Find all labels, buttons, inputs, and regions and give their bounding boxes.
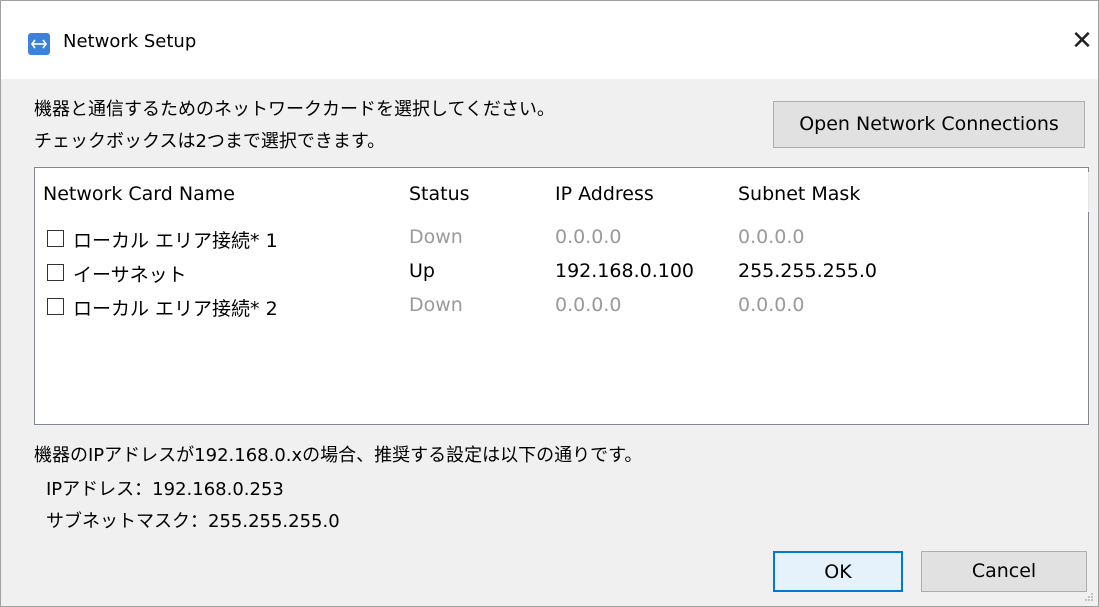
row-checkbox[interactable]	[47, 230, 64, 247]
column-header-subnet-mask[interactable]: Subnet Mask	[738, 183, 860, 205]
recommendation-text: 機器のIPアドレスが192.168.0.xの場合、推奨する設定は以下の通りです。	[34, 445, 643, 466]
network-setup-dialog: Network Setup ✕ 機器と通信するためのネットワークカードを選択して…	[0, 0, 1099, 607]
ip-address-cell: 0.0.0.0	[555, 226, 622, 248]
subnet-mask-cell: 0.0.0.0	[738, 294, 805, 316]
ok-button[interactable]: OK	[773, 551, 903, 592]
ip-address-cell: 0.0.0.0	[555, 294, 622, 316]
resize-grip-icon[interactable]	[1084, 592, 1094, 602]
status-cell: Up	[409, 260, 435, 282]
recommended-subnet-mask: サブネットマスク：255.255.255.0	[46, 511, 340, 532]
title-bar: Network Setup ✕	[1, 1, 1098, 79]
cancel-button[interactable]: Cancel	[921, 551, 1087, 592]
network-card-name: イーサネット	[73, 264, 187, 286]
status-cell: Down	[409, 294, 463, 316]
window-title: Network Setup	[63, 31, 197, 52]
close-icon[interactable]: ✕	[1069, 27, 1095, 55]
status-cell: Down	[409, 226, 463, 248]
network-setup-icon	[28, 33, 50, 55]
subnet-mask-cell: 0.0.0.0	[738, 226, 805, 248]
network-card-name: ローカル エリア接続* 2	[73, 298, 278, 320]
network-card-name: ローカル エリア接続* 1	[73, 230, 278, 252]
column-header-status[interactable]: Status	[409, 183, 470, 205]
row-checkbox[interactable]	[47, 298, 64, 315]
recommended-ip-address: IPアドレス：192.168.0.253	[46, 479, 284, 500]
ip-address-cell: 192.168.0.100	[555, 260, 695, 282]
instruction-line-2: チェックボックスは2つまで選択できます。	[34, 131, 386, 152]
instruction-line-1: 機器と通信するためのネットワークカードを選択してください。	[34, 99, 555, 120]
column-divider	[1088, 172, 1089, 212]
network-card-list[interactable]: Network Card Name Status IP Address Subn…	[34, 167, 1089, 425]
column-header-network-card-name[interactable]: Network Card Name	[43, 183, 235, 205]
subnet-mask-cell: 255.255.255.0	[738, 260, 878, 282]
column-header-ip-address[interactable]: IP Address	[555, 183, 654, 205]
open-network-connections-button[interactable]: Open Network Connections	[773, 101, 1085, 148]
row-checkbox[interactable]	[47, 264, 64, 281]
